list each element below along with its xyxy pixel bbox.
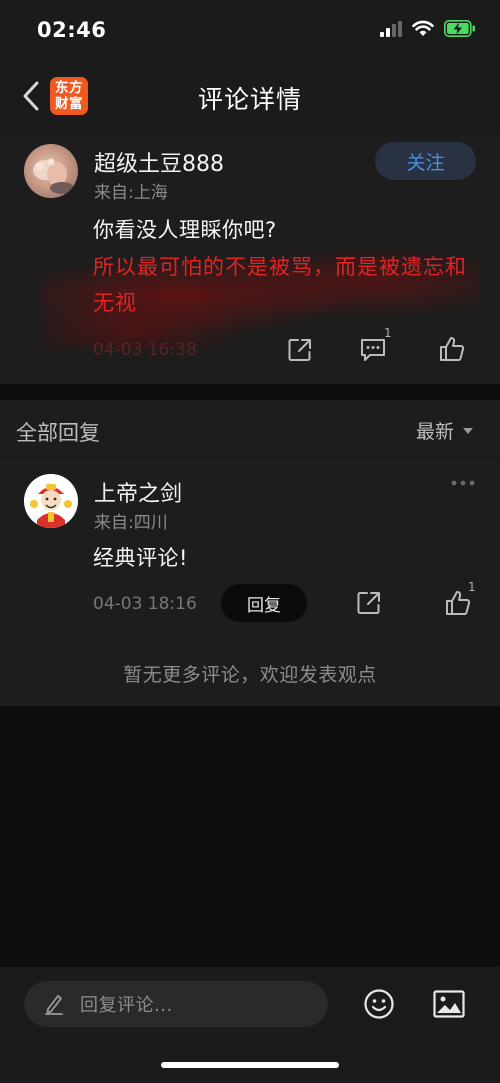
status-bar: 02:46 bbox=[0, 0, 500, 62]
comment-text-line1: 你看没人理睬你吧? bbox=[93, 218, 277, 242]
status-time: 02:46 bbox=[37, 18, 107, 42]
sort-dropdown[interactable]: 最新 bbox=[416, 417, 474, 444]
section-divider bbox=[0, 384, 500, 400]
nav-bar: 东方 财富 评论详情 bbox=[0, 62, 500, 130]
image-icon bbox=[433, 990, 465, 1018]
signal-icon bbox=[380, 20, 402, 37]
more-dots-icon bbox=[451, 480, 475, 486]
status-icons bbox=[380, 20, 476, 37]
brand-logo-line1: 东方 bbox=[55, 80, 83, 96]
avatar[interactable] bbox=[24, 144, 78, 198]
reply-input-placeholder: 回复评论... bbox=[80, 995, 173, 1016]
sort-label: 最新 bbox=[415, 421, 454, 443]
wifi-icon bbox=[412, 20, 434, 36]
reply-button[interactable]: 回复 bbox=[221, 584, 307, 622]
comment-location: 来自:上海 bbox=[94, 183, 168, 203]
comment-highlighted-text: 所以最可怕的不是被骂，而是被遗忘和无视 bbox=[93, 255, 467, 315]
battery-charging-icon bbox=[444, 20, 475, 37]
reply-avatar[interactable] bbox=[24, 474, 78, 528]
comment-timestamp: 04-03 16:38 bbox=[93, 340, 197, 360]
caret-down-icon bbox=[463, 427, 473, 434]
brand-logo[interactable]: 东方 财富 bbox=[50, 77, 88, 115]
avatar-photo-icon bbox=[33, 158, 74, 194]
list-item: 上帝之剑 来自:四川 经典评论! 04-03 18:16 回复 1 bbox=[0, 458, 500, 638]
back-button[interactable] bbox=[14, 77, 48, 115]
chevron-left-icon bbox=[23, 81, 39, 111]
pencil-icon bbox=[45, 995, 63, 1015]
insert-image-button[interactable] bbox=[432, 988, 466, 1020]
reply-location: 来自:四川 bbox=[94, 513, 168, 533]
share-icon bbox=[288, 339, 311, 361]
bottom-bar: 回复评论... bbox=[0, 967, 500, 1083]
home-indicator bbox=[161, 1062, 339, 1068]
comment-username[interactable]: 超级土豆888 bbox=[94, 146, 224, 178]
reply-text: 经典评论! bbox=[93, 546, 188, 570]
smiley-icon bbox=[364, 989, 394, 1019]
no-more-comments-text: 暂无更多评论，欢迎发表观点 bbox=[123, 664, 377, 686]
cartoon-god-of-wealth-avatar-icon bbox=[24, 474, 78, 528]
thumbs-up-icon bbox=[440, 337, 465, 361]
emoji-button[interactable] bbox=[362, 987, 396, 1021]
reply-like-count: 1 bbox=[468, 580, 476, 594]
follow-button[interactable]: 关注 bbox=[375, 142, 476, 180]
like-button[interactable] bbox=[437, 334, 467, 364]
reply-timestamp: 04-03 18:16 bbox=[93, 594, 197, 614]
comment-bubble-icon bbox=[361, 339, 385, 361]
reply-share-button[interactable] bbox=[354, 588, 384, 618]
replies-header: 全部回复 最新 bbox=[0, 400, 500, 458]
reply-list: 上帝之剑 来自:四川 经典评论! 04-03 18:16 回复 1 暂无更多评论 bbox=[0, 458, 500, 706]
share-button[interactable] bbox=[285, 335, 315, 365]
reply-count-badge: 1 bbox=[384, 326, 392, 340]
reply-username[interactable]: 上帝之剑 bbox=[94, 476, 182, 508]
comment-card: 超级土豆888 来自:上海 关注 你看没人理睬你吧? 所以最可怕的不是被骂，而是… bbox=[0, 130, 500, 384]
more-options-button[interactable] bbox=[450, 476, 476, 487]
reply-comment-input[interactable]: 回复评论... bbox=[24, 981, 328, 1027]
replies-title: 全部回复 bbox=[16, 421, 100, 445]
share-icon bbox=[357, 592, 380, 614]
brand-logo-line2: 财富 bbox=[55, 96, 83, 112]
